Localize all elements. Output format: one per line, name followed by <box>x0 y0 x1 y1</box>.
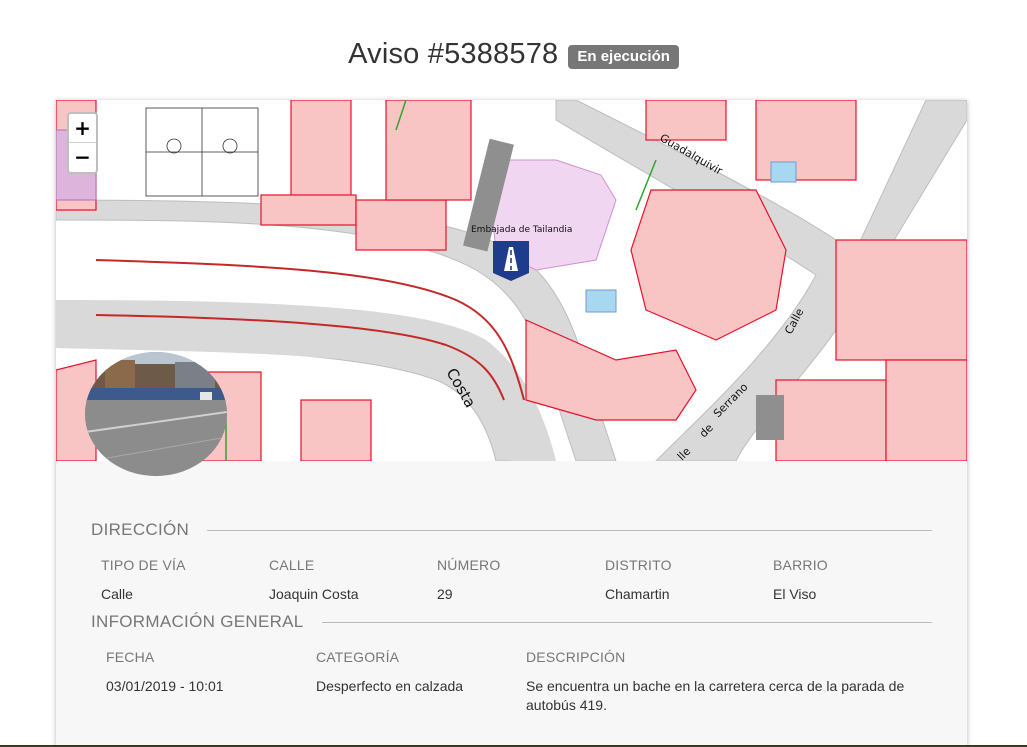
field-barrio: BARRIO El Viso <box>773 557 828 604</box>
zoom-control: + − <box>67 112 98 174</box>
map-label-embassy: Embajada de Tailandia <box>471 225 572 235</box>
field-descripcion: DESCRIPCIÓN Se encuentra un bache en la … <box>526 649 916 715</box>
section-divider <box>321 621 932 623</box>
zoom-in-button[interactable]: + <box>69 114 96 143</box>
field-label: FECHA <box>106 649 155 665</box>
field-value: 29 <box>437 586 453 602</box>
general-section-title: INFORMACIÓN GENERAL <box>91 612 304 631</box>
field-numero: NÚMERO 29 <box>437 557 500 604</box>
section-divider <box>207 529 932 531</box>
field-label: CATEGORÍA <box>316 649 400 665</box>
general-section-header: INFORMACIÓN GENERAL <box>91 612 932 632</box>
field-label: DISTRITO <box>605 557 672 573</box>
field-value: Se encuentra un bache en la carretera ce… <box>526 678 905 713</box>
field-label: DESCRIPCIÓN <box>526 649 626 665</box>
direccion-section-header: DIRECCIÓN <box>91 520 932 540</box>
zoom-out-button[interactable]: − <box>69 143 96 172</box>
field-categoria: CATEGORÍA Desperfecto en calzada <box>316 649 516 696</box>
field-value: Calle <box>101 586 133 602</box>
detail-card: Embajada de Tailandia Guadalquivir Costa… <box>56 100 967 747</box>
field-label: BARRIO <box>773 557 828 573</box>
field-label: CALLE <box>269 557 315 573</box>
page-title: Aviso #5388578 <box>348 38 559 70</box>
field-fecha: FECHA 03/01/2019 - 10:01 <box>106 649 306 696</box>
field-tipo-de-via: TIPO DE VÍA Calle <box>101 557 186 604</box>
field-value: 03/01/2019 - 10:01 <box>106 678 224 694</box>
direccion-section-title: DIRECCIÓN <box>91 520 190 539</box>
field-value: Desperfecto en calzada <box>316 678 464 694</box>
field-distrito: DISTRITO Chamartin <box>605 557 672 604</box>
field-value: El Viso <box>773 586 817 602</box>
incident-photo[interactable] <box>85 352 227 476</box>
field-label: TIPO DE VÍA <box>101 557 186 573</box>
field-value: Chamartin <box>605 586 670 602</box>
status-badge: En ejecución <box>568 44 679 69</box>
page-header: Aviso #5388578 En ejecución <box>0 38 1027 71</box>
field-value: Joaquin Costa <box>269 586 359 602</box>
field-label: NÚMERO <box>437 557 501 573</box>
road-icon[interactable] <box>492 240 530 282</box>
field-calle: CALLE Joaquin Costa <box>269 557 359 604</box>
